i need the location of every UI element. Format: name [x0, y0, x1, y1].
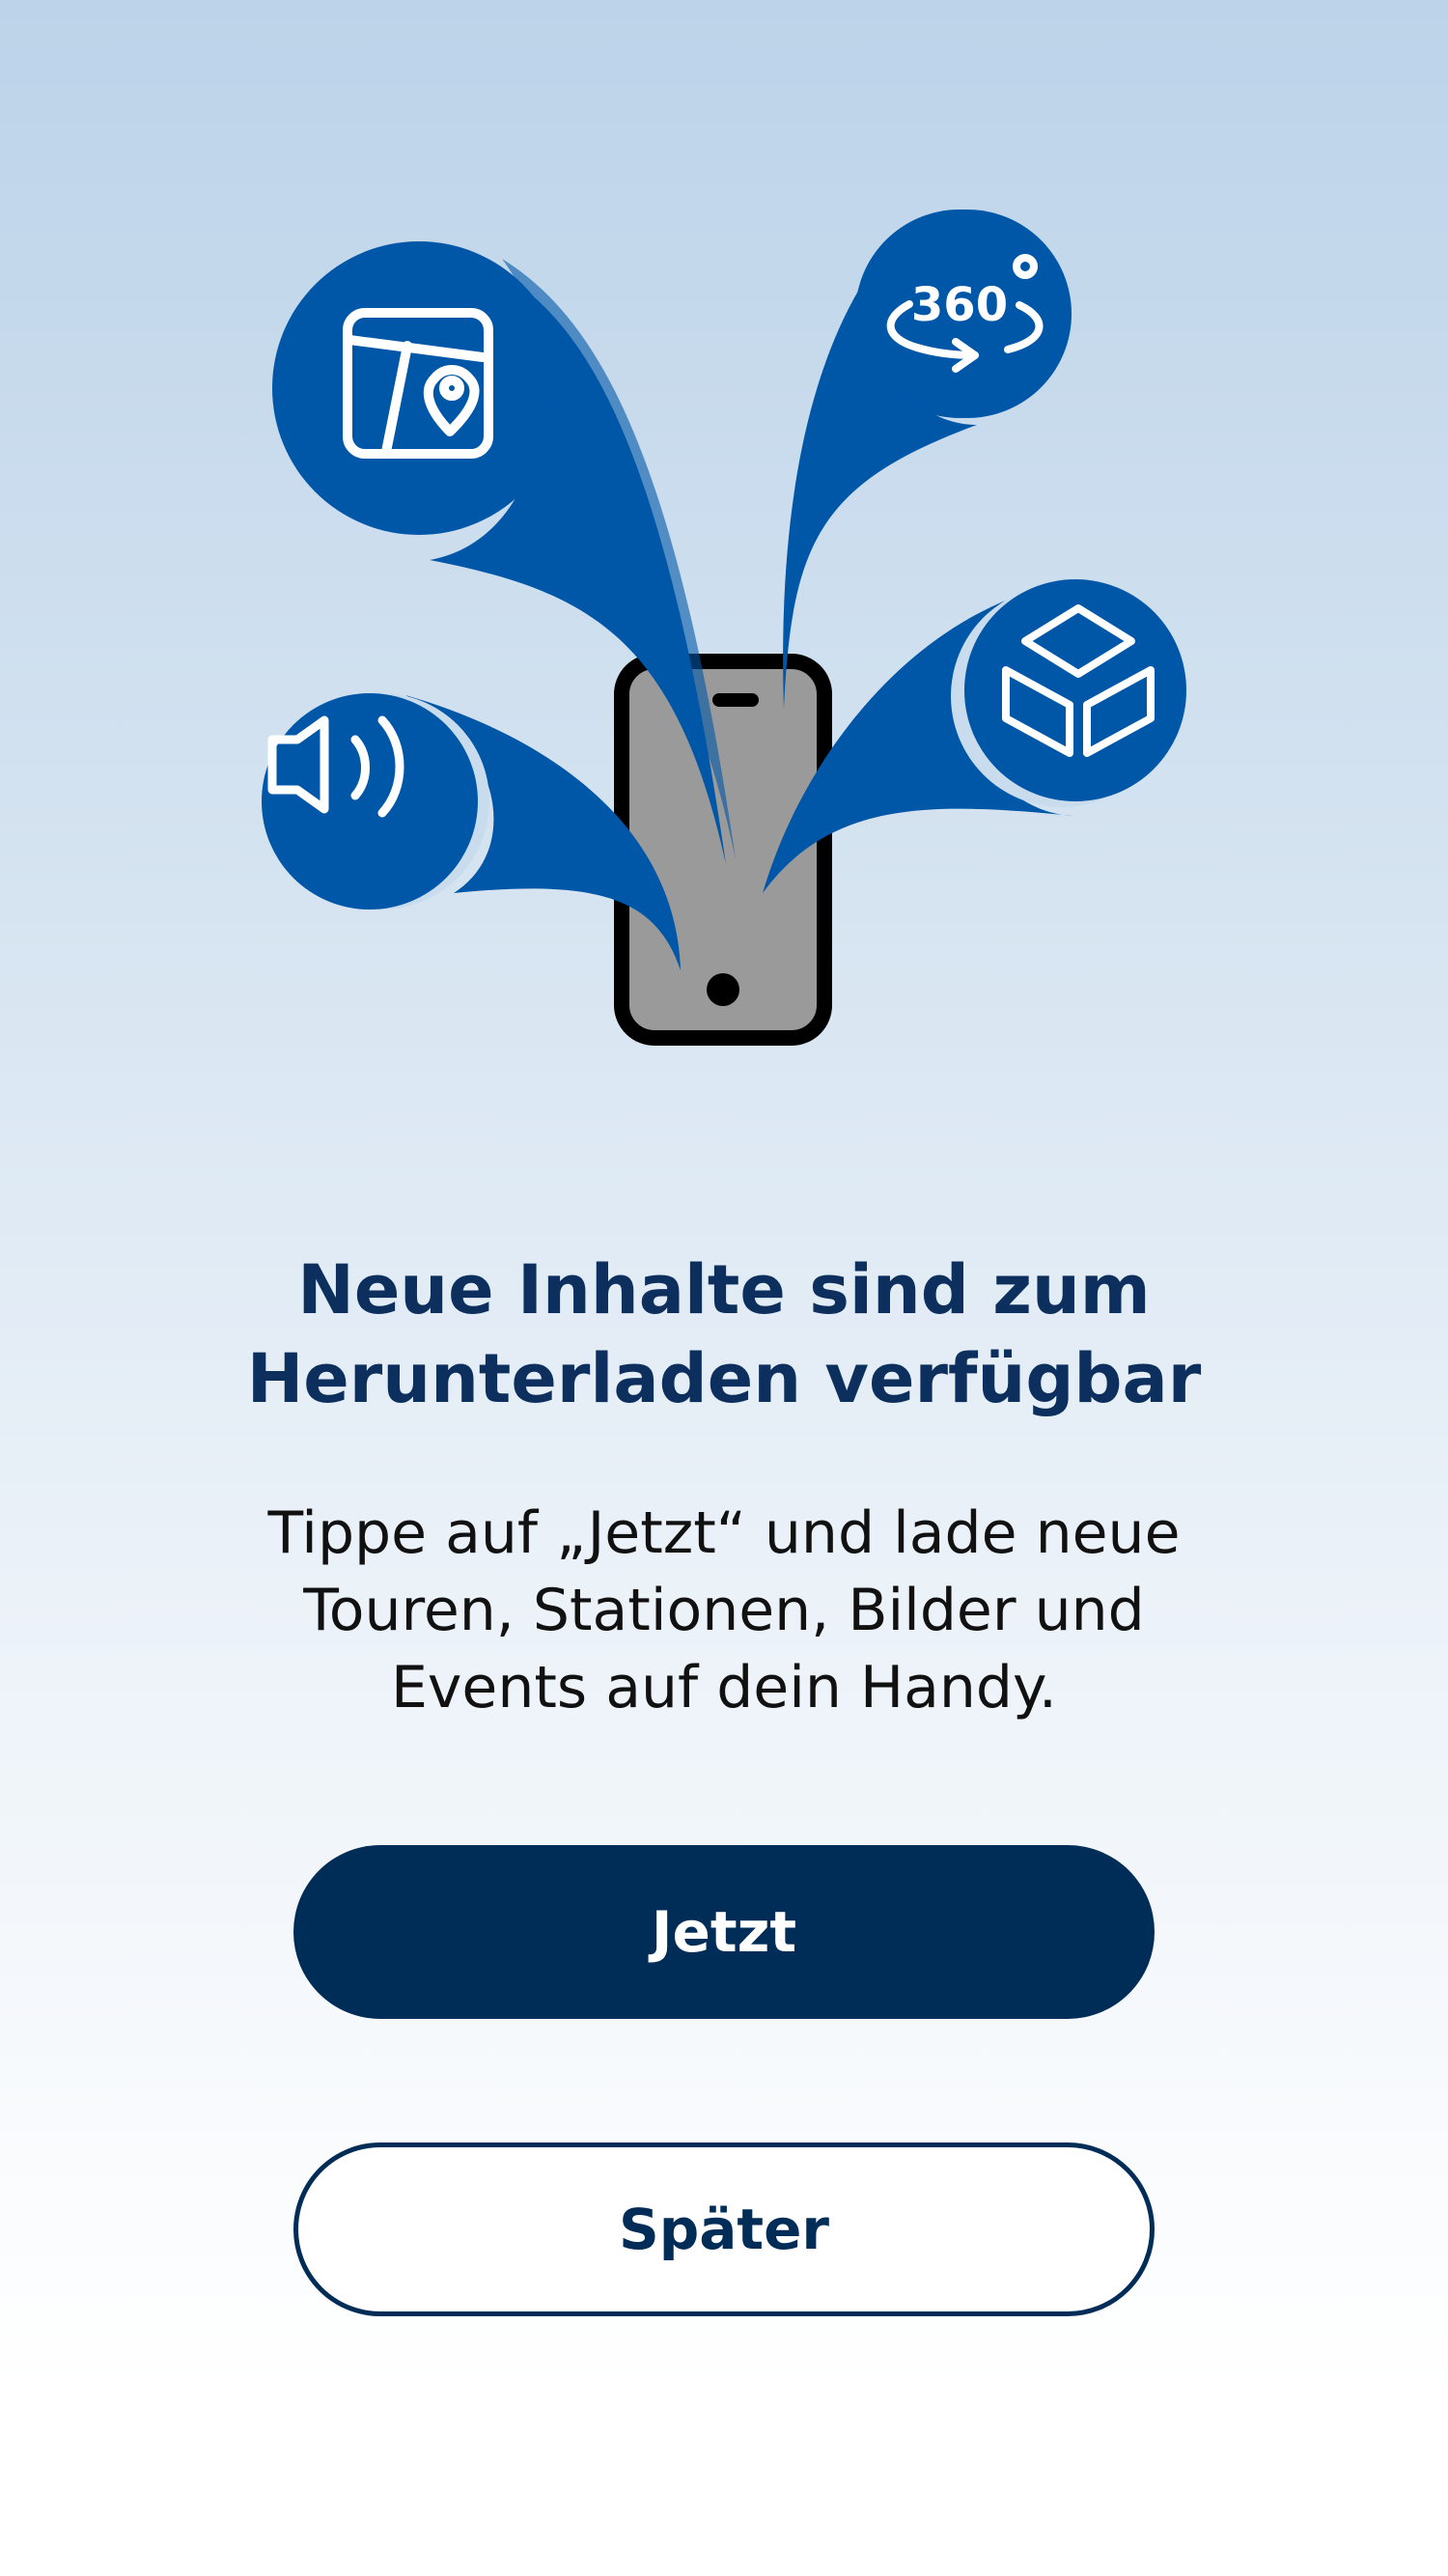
dialog-title-line-2: Herunterladen verfügbar: [246, 1339, 1202, 1418]
dialog-description: Tippe auf „Jetzt“ und lade neue Touren, …: [193, 1495, 1255, 1726]
later-label: Später: [618, 2197, 830, 2262]
download-illustration: 360: [262, 210, 1186, 1046]
360-badge-label: 360: [911, 278, 1008, 332]
download-now-button[interactable]: Jetzt: [293, 1845, 1155, 2019]
dialog-description-line-1: Tippe auf „Jetzt“ und lade neue: [267, 1499, 1181, 1567]
dialog-description-line-3: Events auf dein Handy.: [391, 1654, 1057, 1722]
download-now-label: Jetzt: [651, 1899, 797, 1965]
dialog-description-line-2: Touren, Stationen, Bilder und: [303, 1577, 1145, 1644]
later-button[interactable]: Später: [293, 2142, 1155, 2316]
dialog-title-line-1: Neue Inhalte sind zum: [297, 1250, 1151, 1330]
dialog-title: Neue Inhalte sind zum Herunterladen verf…: [145, 1246, 1303, 1423]
